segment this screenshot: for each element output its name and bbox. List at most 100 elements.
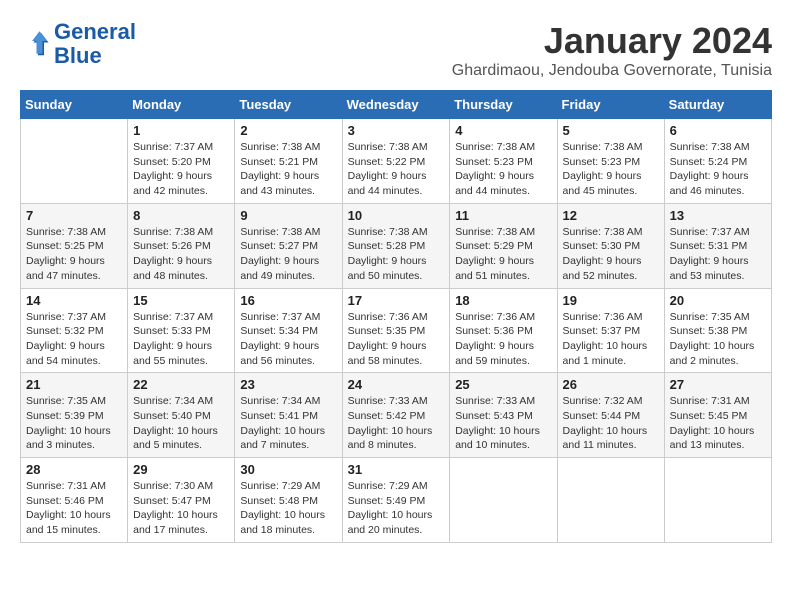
day-number: 15: [133, 293, 229, 308]
calendar-cell: 17 Sunrise: 7:36 AMSunset: 5:35 PMDayligh…: [342, 288, 450, 373]
day-number: 26: [563, 377, 659, 392]
day-header-tuesday: Tuesday: [235, 91, 342, 119]
calendar-cell: 12 Sunrise: 7:38 AMSunset: 5:30 PMDayligh…: [557, 203, 664, 288]
calendar-cell: 10 Sunrise: 7:38 AMSunset: 5:28 PMDayligh…: [342, 203, 450, 288]
logo-text: General Blue: [54, 20, 136, 68]
day-info: Sunrise: 7:35 AMSunset: 5:39 PMDaylight:…: [26, 394, 122, 453]
page-header: General Blue January 2024 Ghardimaou, Je…: [20, 20, 772, 80]
logo-name1: General: [54, 19, 136, 44]
calendar-header-row: SundayMondayTuesdayWednesdayThursdayFrid…: [21, 91, 772, 119]
day-number: 6: [670, 123, 766, 138]
day-info: Sunrise: 7:36 AMSunset: 5:36 PMDaylight:…: [455, 310, 551, 369]
day-number: 19: [563, 293, 659, 308]
calendar-cell: [664, 458, 771, 543]
day-info: Sunrise: 7:38 AMSunset: 5:23 PMDaylight:…: [563, 140, 659, 199]
day-header-thursday: Thursday: [450, 91, 557, 119]
day-number: 7: [26, 208, 122, 223]
day-number: 23: [240, 377, 336, 392]
calendar-cell: 24Sunrise: 7:33 AMSunset: 5:42 PMDayligh…: [342, 373, 450, 458]
calendar-cell: [21, 119, 128, 204]
day-number: 22: [133, 377, 229, 392]
calendar-cell: [557, 458, 664, 543]
day-info: Sunrise: 7:36 AMSunset: 5:37 PMDaylight:…: [563, 310, 659, 369]
day-number: 20: [670, 293, 766, 308]
day-info: Sunrise: 7:38 AMSunset: 5:23 PMDaylight:…: [455, 140, 551, 199]
day-info: Sunrise: 7:29 AMSunset: 5:48 PMDaylight:…: [240, 479, 336, 538]
day-number: 25: [455, 377, 551, 392]
calendar-cell: 16Sunrise: 7:37 AMSunset: 5:34 PMDayligh…: [235, 288, 342, 373]
calendar-cell: 3Sunrise: 7:38 AMSunset: 5:22 PMDaylight…: [342, 119, 450, 204]
calendar-cell: 22 Sunrise: 7:34 AMSunset: 5:40 PMDayligh…: [128, 373, 235, 458]
day-info: Sunrise: 7:38 AMSunset: 5:29 PMDaylight:…: [455, 225, 551, 284]
day-header-wednesday: Wednesday: [342, 91, 450, 119]
day-header-saturday: Saturday: [664, 91, 771, 119]
calendar-cell: 11 Sunrise: 7:38 AMSunset: 5:29 PMDayligh…: [450, 203, 557, 288]
day-number: 11: [455, 208, 551, 223]
day-info: Sunrise: 7:37 AMSunset: 5:31 PMDaylight:…: [670, 225, 766, 284]
calendar-cell: 8 Sunrise: 7:38 AMSunset: 5:26 PMDaylight…: [128, 203, 235, 288]
day-number: 9: [240, 208, 336, 223]
calendar-cell: 4Sunrise: 7:38 AMSunset: 5:23 PMDaylight…: [450, 119, 557, 204]
day-info: Sunrise: 7:30 AMSunset: 5:47 PMDaylight:…: [133, 479, 229, 538]
calendar-cell: 20 Sunrise: 7:35 AMSunset: 5:38 PMDayligh…: [664, 288, 771, 373]
calendar-cell: 30 Sunrise: 7:29 AMSunset: 5:48 PMDayligh…: [235, 458, 342, 543]
calendar-cell: 27Sunrise: 7:31 AMSunset: 5:45 PMDayligh…: [664, 373, 771, 458]
day-info: Sunrise: 7:36 AMSunset: 5:35 PMDaylight:…: [348, 310, 445, 369]
day-info: Sunrise: 7:34 AMSunset: 5:41 PMDaylight:…: [240, 394, 336, 453]
day-number: 13: [670, 208, 766, 223]
week-row-3: 14Sunrise: 7:37 AMSunset: 5:32 PMDayligh…: [21, 288, 772, 373]
day-number: 16: [240, 293, 336, 308]
day-info: Sunrise: 7:29 AMSunset: 5:49 PMDaylight:…: [348, 479, 445, 538]
logo-name2: Blue: [54, 43, 102, 68]
day-number: 21: [26, 377, 122, 392]
calendar-cell: 26Sunrise: 7:32 AMSunset: 5:44 PMDayligh…: [557, 373, 664, 458]
title-block: January 2024 Ghardimaou, Jendouba Govern…: [452, 20, 772, 80]
day-number: 5: [563, 123, 659, 138]
day-info: Sunrise: 7:35 AMSunset: 5:38 PMDaylight:…: [670, 310, 766, 369]
day-header-friday: Friday: [557, 91, 664, 119]
calendar-cell: 18 Sunrise: 7:36 AMSunset: 5:36 PMDayligh…: [450, 288, 557, 373]
day-number: 1: [133, 123, 229, 138]
calendar-cell: 21 Sunrise: 7:35 AMSunset: 5:39 PMDayligh…: [21, 373, 128, 458]
calendar-cell: [450, 458, 557, 543]
week-row-5: 28Sunrise: 7:31 AMSunset: 5:46 PMDayligh…: [21, 458, 772, 543]
week-row-2: 7 Sunrise: 7:38 AMSunset: 5:25 PMDaylight…: [21, 203, 772, 288]
day-number: 18: [455, 293, 551, 308]
calendar-cell: 5 Sunrise: 7:38 AMSunset: 5:23 PMDaylight…: [557, 119, 664, 204]
calendar-cell: 25 Sunrise: 7:33 AMSunset: 5:43 PMDayligh…: [450, 373, 557, 458]
day-number: 12: [563, 208, 659, 223]
day-number: 28: [26, 462, 122, 477]
day-info: Sunrise: 7:37 AMSunset: 5:20 PMDaylight:…: [133, 140, 229, 199]
calendar-cell: 15Sunrise: 7:37 AMSunset: 5:33 PMDayligh…: [128, 288, 235, 373]
day-info: Sunrise: 7:38 AMSunset: 5:28 PMDaylight:…: [348, 225, 445, 284]
calendar-cell: 29Sunrise: 7:30 AMSunset: 5:47 PMDayligh…: [128, 458, 235, 543]
day-info: Sunrise: 7:33 AMSunset: 5:43 PMDaylight:…: [455, 394, 551, 453]
calendar-cell: 7 Sunrise: 7:38 AMSunset: 5:25 PMDaylight…: [21, 203, 128, 288]
day-number: 17: [348, 293, 445, 308]
day-info: Sunrise: 7:38 AMSunset: 5:25 PMDaylight:…: [26, 225, 122, 284]
calendar-table: SundayMondayTuesdayWednesdayThursdayFrid…: [20, 90, 772, 543]
day-number: 31: [348, 462, 445, 477]
day-info: Sunrise: 7:38 AMSunset: 5:22 PMDaylight:…: [348, 140, 445, 199]
day-number: 8: [133, 208, 229, 223]
day-info: Sunrise: 7:38 AMSunset: 5:30 PMDaylight:…: [563, 225, 659, 284]
calendar-cell: 1 Sunrise: 7:37 AMSunset: 5:20 PMDaylight…: [128, 119, 235, 204]
logo-icon: [20, 29, 50, 59]
day-info: Sunrise: 7:37 AMSunset: 5:32 PMDaylight:…: [26, 310, 122, 369]
day-info: Sunrise: 7:38 AMSunset: 5:26 PMDaylight:…: [133, 225, 229, 284]
day-number: 30: [240, 462, 336, 477]
day-header-sunday: Sunday: [21, 91, 128, 119]
day-info: Sunrise: 7:34 AMSunset: 5:40 PMDaylight:…: [133, 394, 229, 453]
page-title: January 2024: [452, 20, 772, 62]
calendar-cell: 19 Sunrise: 7:36 AMSunset: 5:37 PMDayligh…: [557, 288, 664, 373]
calendar-cell: 28Sunrise: 7:31 AMSunset: 5:46 PMDayligh…: [21, 458, 128, 543]
day-number: 27: [670, 377, 766, 392]
calendar-cell: 31 Sunrise: 7:29 AMSunset: 5:49 PMDayligh…: [342, 458, 450, 543]
day-header-monday: Monday: [128, 91, 235, 119]
calendar-cell: 14Sunrise: 7:37 AMSunset: 5:32 PMDayligh…: [21, 288, 128, 373]
day-info: Sunrise: 7:38 AMSunset: 5:24 PMDaylight:…: [670, 140, 766, 199]
calendar-cell: 2Sunrise: 7:38 AMSunset: 5:21 PMDaylight…: [235, 119, 342, 204]
day-number: 10: [348, 208, 445, 223]
week-row-1: 1 Sunrise: 7:37 AMSunset: 5:20 PMDaylight…: [21, 119, 772, 204]
logo: General Blue: [20, 20, 136, 68]
